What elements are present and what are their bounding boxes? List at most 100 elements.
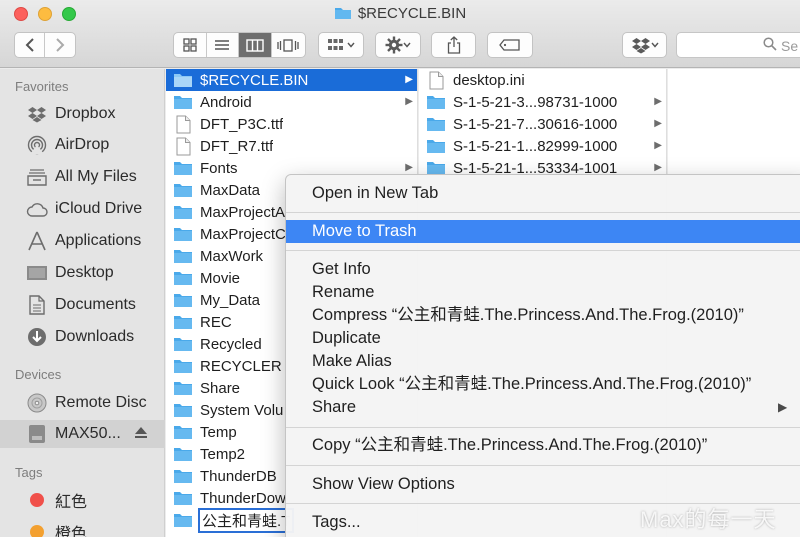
file-icon	[173, 137, 193, 156]
chevron-right-icon	[56, 38, 65, 52]
download-icon	[24, 326, 50, 348]
arrange-button[interactable]	[318, 32, 364, 58]
chevron-left-icon	[25, 38, 34, 52]
sidebar-item-desktop[interactable]: Desktop	[0, 259, 165, 287]
disclosure-arrow-icon: ▶	[654, 162, 662, 173]
favorites-header: Favorites	[15, 79, 69, 94]
disclosure-arrow-icon: ▶	[405, 74, 413, 85]
tag-color-dot	[24, 521, 50, 537]
list-item-name: Fonts	[200, 159, 238, 177]
cover-flow-icon	[277, 38, 299, 52]
sidebar-item-remote-disc[interactable]: Remote Disc	[0, 389, 165, 417]
list-item-name: desktop.ini	[453, 71, 525, 89]
folder-icon	[173, 292, 193, 308]
menu-item-get-info[interactable]: Get Info	[286, 258, 800, 281]
icon-view-button[interactable]	[174, 33, 207, 57]
sidebar-item-applications[interactable]: Applications	[0, 227, 165, 255]
sidebar-item-downloads[interactable]: Downloads	[0, 323, 165, 351]
eject-icon[interactable]	[134, 426, 148, 442]
list-item-name: System Volu	[200, 401, 284, 419]
menu-item-copy[interactable]: Copy “公主和青蛙.The.Princess.And.The.Frog.(2…	[286, 434, 800, 457]
folder-icon	[173, 160, 193, 176]
menu-item-quick-look[interactable]: Quick Look “公主和青蛙.The.Princess.And.The.F…	[286, 373, 800, 396]
folder-icon	[173, 358, 193, 374]
folder-icon	[173, 336, 193, 352]
list-item[interactable]: S-1-5-21-3...98731-1000 ▶	[419, 91, 666, 113]
action-button[interactable]	[375, 32, 421, 58]
sidebar-item-airdrop[interactable]: AirDrop	[0, 131, 165, 159]
cover-flow-button[interactable]	[272, 33, 305, 57]
list-item-name: S-1-5-21-3...98731-1000	[453, 93, 618, 111]
list-icon	[215, 40, 230, 50]
document-icon	[24, 294, 50, 316]
tag-icon	[499, 39, 520, 51]
list-item-name: Share	[200, 379, 241, 397]
cloud-icon	[24, 198, 50, 220]
column-view-button[interactable]	[239, 33, 272, 57]
gear-icon	[385, 36, 403, 54]
view-mode-control	[173, 32, 306, 58]
back-button[interactable]	[15, 33, 46, 57]
list-item-name: 公主和青蛙.T	[197, 507, 295, 533]
folder-icon	[173, 204, 193, 220]
menu-separator	[286, 427, 800, 428]
columns-icon	[246, 38, 264, 52]
folder-icon	[173, 468, 193, 484]
sidebar-item-tag-red[interactable]: 紅色	[0, 486, 165, 514]
folder-icon	[173, 512, 193, 528]
menu-item-move-to-trash[interactable]: Move to Trash	[286, 220, 800, 243]
list-item-name: S-1-5-21-7...30616-1000	[453, 115, 618, 133]
folder-icon	[173, 402, 193, 418]
sidebar-item-icloud-drive[interactable]: iCloud Drive	[0, 195, 165, 223]
search-field[interactable]: Se	[676, 32, 800, 58]
sidebar-item-all-my-files[interactable]: All My Files	[0, 163, 165, 191]
list-item[interactable]: Android ▶	[166, 91, 417, 113]
list-item[interactable]: S-1-5-21-1...82999-1000 ▶	[419, 135, 666, 157]
folder-icon	[173, 380, 193, 396]
menu-item-show-view-options[interactable]: Show View Options	[286, 473, 800, 496]
list-item-name: Temp2	[200, 445, 246, 463]
watermark-text: Max的每一天	[640, 507, 777, 532]
tag-color-dot	[24, 489, 50, 511]
list-view-button[interactable]	[207, 33, 239, 57]
menu-item-make-alias[interactable]: Make Alias	[286, 350, 800, 373]
menu-item-open-in-new-tab[interactable]: Open in New Tab	[286, 182, 800, 205]
sidebar-item-tag-orange[interactable]: 橙色	[0, 518, 165, 537]
menu-item-share[interactable]: Share ▶	[286, 396, 800, 419]
dropbox-toolbar-button[interactable]	[622, 32, 667, 58]
window-toolbar: $RECYCLE.BIN Se	[0, 0, 800, 68]
desktop-icon	[24, 262, 50, 284]
sidebar-item-label: Remote Disc	[55, 394, 147, 411]
list-item[interactable]: desktop.ini	[419, 69, 666, 91]
menu-item-rename[interactable]: Rename	[286, 281, 800, 304]
devices-header: Devices	[15, 367, 62, 382]
sidebar-item-max50[interactable]: MAX50...	[0, 420, 165, 448]
list-item-name: MaxData	[200, 181, 261, 199]
folder-icon	[173, 248, 193, 264]
tags-header: Tags	[15, 465, 43, 480]
edit-tags-button[interactable]	[487, 32, 533, 58]
disclosure-arrow-icon: ▶	[654, 140, 662, 151]
list-item[interactable]: $RECYCLE.BIN ▶	[166, 69, 417, 91]
forward-button[interactable]	[45, 33, 75, 57]
list-item-name: My_Data	[200, 291, 261, 309]
list-item[interactable]: DFT_R7.ttf	[166, 135, 417, 157]
list-item-name: ThunderDB	[200, 467, 277, 485]
all-files-icon	[24, 166, 50, 188]
sidebar-item-dropbox[interactable]: Dropbox	[0, 100, 165, 128]
share-button[interactable]	[431, 32, 476, 58]
list-item[interactable]: DFT_P3C.ttf	[166, 113, 417, 135]
menu-item-duplicate[interactable]: Duplicate	[286, 327, 800, 350]
sidebar-item-label: AirDrop	[55, 136, 110, 153]
menu-item-compress[interactable]: Compress “公主和青蛙.The.Princess.And.The.Fro…	[286, 304, 800, 327]
list-item-name: MaxProjectC	[200, 225, 286, 243]
folder-icon	[173, 490, 193, 506]
list-item-name: MaxWork	[200, 247, 264, 265]
list-item[interactable]: S-1-5-21-7...30616-1000 ▶	[419, 113, 666, 135]
list-item-name: Android	[200, 93, 252, 111]
folder-icon	[426, 138, 446, 154]
chevron-down-icon	[650, 42, 659, 48]
folder-icon	[426, 116, 446, 132]
disc-icon	[24, 392, 50, 414]
sidebar-item-documents[interactable]: Documents	[0, 291, 165, 319]
